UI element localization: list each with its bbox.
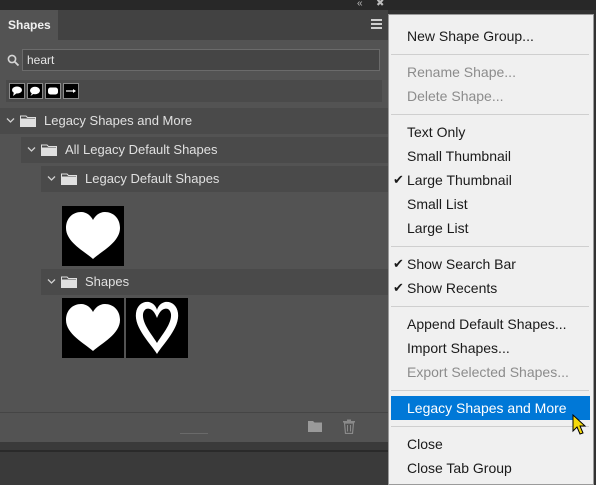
menu-separator [391,246,589,247]
group-shapes[interactable]: Shapes [41,269,388,295]
panel-footer [0,412,388,443]
menu-item-close[interactable]: Close [389,432,593,456]
menu-separator [391,426,589,427]
chevron-down-icon[interactable] [47,174,56,183]
menu-item-import-shapes[interactable]: Import Shapes... [389,336,593,360]
menu-item-small-list[interactable]: Small List [389,192,593,216]
menu-item-legacy-shapes-and-more[interactable]: Legacy Shapes and More [391,396,590,420]
menu-separator [391,114,589,115]
close-panel-icon[interactable]: ✖ [376,0,384,10]
checkmark-icon: ✔ [393,256,404,271]
checkmark-icon: ✔ [393,172,404,187]
mouse-cursor-icon [572,414,587,435]
rounded-rectangle-icon[interactable] [45,83,61,99]
heart-icon [66,212,120,259]
group-all-legacy-default-shapes[interactable]: All Legacy Default Shapes [21,137,388,163]
menu-item-rename-shape: Rename Shape... [407,64,516,80]
menu-separator [391,306,589,307]
menu-item-new-shape-group[interactable]: New Shape Group... [389,24,593,48]
group-legacy-default-shapes[interactable]: Legacy Default Shapes [41,166,388,192]
trash-icon[interactable] [342,419,356,434]
heart-filled-thumbnail[interactable] [62,206,124,266]
menu-separator [391,54,589,55]
new-group-folder-icon[interactable] [307,419,323,433]
folder-icon [20,115,36,127]
menu-item-export-selected-shapes: Export Selected Shapes... [407,364,569,380]
group-legacy-shapes-and-more[interactable]: Legacy Shapes and More [0,108,388,134]
menu-item-large-list[interactable]: Large List [389,216,593,240]
checkmark-icon: ✔ [393,280,404,295]
menu-item-delete-shape: Delete Shape... [407,88,504,104]
shapes-list: Legacy Shapes and More All Legacy Defaul… [0,108,388,412]
speech-bubble-icon[interactable] [9,83,25,99]
menu-item-close-tab-group[interactable]: Close Tab Group [389,456,593,480]
menu-item-show-search-bar[interactable]: ✔ Show Search Bar [389,252,593,276]
arrow-icon[interactable] [63,83,79,99]
chevron-down-icon[interactable] [27,145,36,154]
group-label: Legacy Default Shapes [85,171,220,186]
menu-item-small-thumbnail[interactable]: Small Thumbnail [389,144,593,168]
folder-icon [61,276,77,288]
chevron-down-icon[interactable] [6,116,15,125]
resize-grip[interactable] [180,432,208,436]
group-label: Shapes [85,274,130,289]
panel-tab-bar: Shapes [0,10,388,40]
heart-filled-thumbnail[interactable] [62,298,124,358]
lower-dock-area [0,442,388,485]
menu-separator [391,390,589,391]
panel-menu-icon[interactable] [371,19,382,30]
group-label: All Legacy Default Shapes [65,142,218,157]
shapes-panel: Shapes Legacy Shapes and More [0,10,388,443]
search-icon [7,54,20,67]
tab-shapes[interactable]: Shapes [0,10,58,40]
recent-shapes-bar [6,80,382,102]
heart-icon [66,304,120,351]
menu-item-show-recents[interactable]: ✔ Show Recents [389,276,593,300]
speech-bubble-round-icon[interactable] [27,83,43,99]
menu-item-large-thumbnail[interactable]: ✔ Large Thumbnail [389,168,593,192]
menu-item-append-default-shapes[interactable]: Append Default Shapes... [389,312,593,336]
dock-title-strip: « ✖ [0,0,596,10]
menu-item-text-only[interactable]: Text Only [389,120,593,144]
chevron-down-icon[interactable] [47,277,56,286]
panel-flyout-menu: New Shape Group... Rename Shape... Delet… [388,14,594,485]
folder-icon [41,144,57,156]
group-label: Legacy Shapes and More [44,113,193,128]
folder-icon [61,173,77,185]
heart-outline-icon [135,301,179,354]
search-row [0,48,388,74]
heart-outline-thumbnail[interactable] [126,298,188,358]
search-input[interactable] [22,49,380,71]
collapse-panels-icon[interactable]: « [357,0,363,10]
